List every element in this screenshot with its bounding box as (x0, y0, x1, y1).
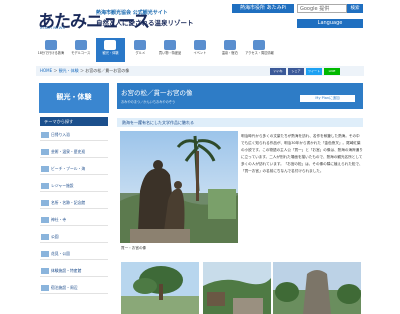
site-tagline-primary: 熱海市観光協会 公式観光サイト (96, 10, 168, 16)
food-icon (134, 40, 147, 50)
nav-item-events[interactable]: イベント (185, 38, 215, 62)
site-logo-subtitle: ATAMI NEWS (40, 26, 66, 30)
calendar-icon (193, 40, 206, 50)
onsen-icon (223, 40, 236, 50)
nav-item-gourmet[interactable]: グルメ (125, 38, 155, 62)
museum-icon (41, 149, 49, 155)
craft-icon (41, 268, 49, 274)
page-title: お宮の松／貫一お宮の像 (121, 89, 193, 97)
add-to-myplan-button[interactable]: My Planに追加 (300, 95, 355, 102)
nav-item-model-course[interactable]: モデルコース (66, 38, 96, 62)
breadcrumb: HOME ＞ 観光・体験 ＞ お宮の松／貫一お宮の像 (40, 68, 130, 73)
nav-item-access[interactable]: アクセス・周辺情報 (245, 38, 275, 62)
flower-icon (41, 251, 49, 257)
bag-icon (164, 40, 177, 50)
nav-label: アクセス・周辺情報 (245, 51, 274, 55)
section-title: 熱海を一躍有名にした文学作品に触れる (122, 120, 194, 125)
sidebar-item-beach[interactable]: ビーチ・プール・海 (40, 163, 108, 175)
gallery-photo-pine[interactable] (121, 262, 199, 314)
map-icon (74, 40, 87, 50)
statue-photo-caption: 貫一・お宮の像 (121, 246, 147, 250)
page-title-reading: おみやのまつ／かんいちおみやのぞう (121, 100, 176, 104)
sidebar-item-stay[interactable]: 宿泊施設・周辺 (40, 282, 108, 294)
breadcrumb-current: お宮の松／貫一お宮の像 (85, 68, 130, 73)
nav-label: イベント (193, 51, 207, 55)
sidebar-item-label: レジャー施設 (51, 183, 74, 188)
sidebar-item-label: 宿泊施設・周辺 (51, 285, 78, 290)
sidebar-item-label: 体験施設・特産館 (51, 268, 82, 273)
park-icon (41, 234, 49, 240)
search-button[interactable]: 検索 (347, 4, 363, 13)
tweet-button[interactable]: ツイート (306, 68, 322, 75)
facebook-share-button[interactable]: シェア (288, 68, 304, 75)
share-buttons: いいね シェア ツイート LINE (270, 68, 360, 75)
nav-item-onsen[interactable]: 温泉・宿泊 (215, 38, 245, 62)
nav-label: 18分で行ける熱海 (37, 51, 65, 55)
nav-item-shopping[interactable]: 買い物・特産品 (155, 38, 185, 62)
nav-label: 買い物・特産品 (158, 51, 182, 55)
sidebar-item-label: 日帰り入浴 (51, 132, 70, 137)
camera-icon (104, 40, 117, 50)
shrine-icon (41, 217, 49, 223)
spot-description: 明治時代から多くの文豪たちが熱海を訪れ、名作を執筆した熱海。その中でも広く知られ… (241, 134, 363, 173)
site-tagline-secondary: 自然と人に愛される温泉リゾート (96, 19, 194, 27)
nav-label: 温泉・宿泊 (221, 51, 238, 55)
nav-label: 観光・体験 (102, 51, 119, 55)
breadcrumb-category[interactable]: 観光・体験 (59, 68, 79, 73)
breadcrumb-home[interactable]: HOME (40, 68, 52, 73)
nav-label: グルメ (135, 51, 146, 55)
gallery-photo-coast[interactable] (203, 262, 271, 314)
sidebar-item-label: 神社・寺 (51, 217, 67, 222)
sidebar-item-day-bath[interactable]: 日帰り入浴 (40, 129, 108, 141)
sidebar-item-label: 芸術・温泉・歴史巡 (51, 149, 86, 154)
sidebar-item-leisure[interactable]: レジャー施設 (40, 180, 108, 192)
gallery-photo-monument[interactable] (273, 262, 361, 314)
main-navigation: 18分で行ける熱海 モデルコース 観光・体験 グルメ 買い物・特産品 イベント … (36, 38, 364, 62)
sidebar-item-landmarks[interactable]: 名所・名跡・記念館 (40, 197, 108, 209)
nav-item-18min[interactable]: 18分で行ける熱海 (36, 38, 66, 62)
bath-icon (41, 132, 49, 138)
ferris-wheel-icon (41, 183, 49, 189)
sidebar-item-label: 名所・名跡・記念館 (51, 200, 86, 205)
city-link-button[interactable]: 熱海市役所 あたみPi (232, 4, 294, 13)
sidebar-item-shrines[interactable]: 神社・寺 (40, 214, 108, 226)
train-icon (253, 40, 266, 50)
sidebar-item-parks[interactable]: 公園 (40, 231, 108, 243)
theme-search-header: テーマから探す (40, 117, 108, 126)
sidebar-item-flowers[interactable]: 花見・公園 (40, 248, 108, 260)
landmark-icon (41, 200, 49, 206)
sidebar-item-label: 花見・公園 (51, 251, 70, 256)
sidebar-title: 観光・体験 (56, 93, 92, 101)
search-input[interactable]: Google 提供 (297, 4, 347, 13)
beach-icon (41, 166, 49, 172)
hotel-icon (41, 285, 49, 291)
statue-photo (120, 131, 238, 243)
sidebar-item-art-history[interactable]: 芸術・温泉・歴史巡 (40, 146, 108, 158)
sidebar-item-label: 公園 (51, 234, 59, 239)
line-button[interactable]: LINE (324, 68, 340, 75)
facebook-like-button[interactable]: いいね (270, 68, 286, 75)
nav-label: モデルコース (71, 51, 91, 55)
language-button[interactable]: Language (297, 19, 363, 28)
clock-icon (44, 40, 57, 50)
nav-item-sightseeing[interactable]: 観光・体験 (95, 38, 126, 62)
sidebar-item-label: ビーチ・プール・海 (51, 166, 86, 171)
sidebar-item-experience[interactable]: 体験施設・特産館 (40, 265, 108, 277)
